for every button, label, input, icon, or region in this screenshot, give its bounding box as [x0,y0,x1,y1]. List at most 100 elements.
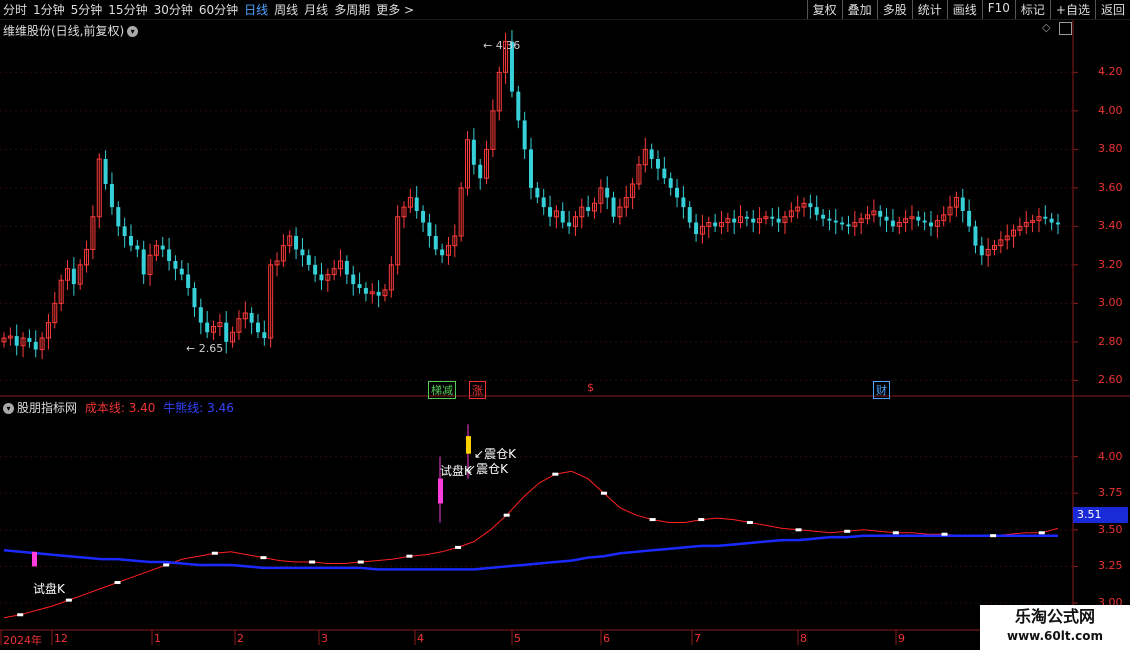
candle-body-down [135,245,140,250]
candle-body-down [27,338,32,342]
candle-body-down [916,216,921,221]
price-tick-label: 3.00 [1098,296,1123,310]
candle-body-down [344,261,349,275]
candle-body-down [173,261,178,269]
candle-body-down [681,197,686,208]
signal-dot [357,560,364,564]
time-tick-label: 9 [898,632,905,645]
candle-body-down [979,245,984,256]
candle-body-down [662,168,667,179]
candle-body-down [967,210,972,227]
candle-body-down [560,210,565,223]
signal-dot [114,581,121,585]
signal-dot [211,551,218,555]
candle-body-down [224,322,229,342]
candle-body-down [535,187,540,198]
price-tick-label: 3.40 [1098,219,1123,233]
event-marker-dividend[interactable]: $ [585,381,596,394]
event-marker-limit-up[interactable]: 涨 [469,381,486,399]
candle-body-down [179,268,184,275]
candle-body-down [205,322,210,333]
shakeout-k-text: 震仓K [476,462,508,476]
candle-body-down [440,249,445,256]
signal-dot [65,598,72,602]
candle-body-down [319,274,324,281]
candle-body-down [649,149,654,159]
bull-bear-value: 3.46 [207,401,234,415]
candle-body-down [186,274,191,288]
candle-body-down [128,235,133,246]
candle-body-down [122,226,127,236]
time-tick-label: 12 [54,632,68,645]
signal-dot [1038,531,1045,535]
trial-k-bar [438,478,443,504]
candle-body-down [71,268,76,285]
signal-dot [406,554,413,558]
high-price-label: ← 4.36 [483,39,521,52]
candle-body-down [611,197,616,217]
price-tick-label: 3.80 [1098,142,1123,156]
candle-body-down [668,178,673,188]
shakeout-k-text: 震仓K [484,447,516,461]
candle-body-down [357,284,362,288]
candle-body-down [1049,218,1054,223]
candle-body-down [821,214,826,219]
chevron-down-icon[interactable]: ▾ [3,403,14,414]
candle-body-down [776,218,781,223]
candle-body-down [249,312,254,323]
time-tick-label: 1 [154,632,161,645]
time-tick-label: 2024年 [3,634,42,647]
indicator-panel-title: ▾ 股朋指标网 成本线: 3.40 牛熊线: 3.46 [3,399,234,416]
candle-body-down [808,203,813,208]
shakeout-k-bar [466,436,471,454]
signal-dot [990,534,997,538]
current-value-box: 3.51 [1073,507,1128,523]
signal-dot [552,472,559,476]
candle-body-down [929,222,934,227]
indicator-name: 股朋指标网 [17,401,78,415]
price-tick-label: 4.20 [1098,65,1123,79]
cost-line [3,534,1058,571]
candle-body-down [522,120,527,150]
price-tick-label: 3.20 [1098,257,1123,271]
signal-dot [941,532,948,536]
candle-body-down [713,222,718,227]
candle-body-down [960,197,965,211]
candle-body-down [833,220,838,223]
candle-body-down [1056,222,1060,225]
candle-body-down [313,264,318,275]
candle-body-down [732,218,737,223]
low-price-label: ← 2.65 [186,342,224,355]
price-tick-label: 2.60 [1098,373,1123,387]
price-tick-label: 2.80 [1098,334,1123,348]
candle-body-down [814,207,819,215]
candle-body-down [973,226,978,246]
time-tick-label: 5 [514,632,521,645]
candle-body-down [414,197,419,211]
time-tick-label: 2 [237,632,244,645]
candle-body-down [751,218,756,223]
candle-body-down [255,322,260,333]
candle-body-down [655,158,660,169]
time-tick-label: 8 [800,632,807,645]
signal-dot [649,518,656,522]
candle-body-down [109,184,114,208]
signal-dot [503,513,510,517]
cost-line-value: 3.40 [128,401,156,415]
cost-line-label: 成本线: [84,401,125,415]
indicator-tick-label: 3.50 [1098,522,1123,536]
signal-dot [698,518,705,522]
watermark-logo: 乐淘公式网 www.60lt.com [980,605,1130,650]
candle-body-down [294,235,299,250]
event-marker-reduce[interactable]: 梯减 [428,381,456,399]
signal-dot [892,531,899,535]
time-tick-label: 4 [417,632,424,645]
time-tick-label: 7 [694,632,701,645]
candle-body-down [351,274,356,285]
event-marker-finance[interactable]: 财 [873,381,890,399]
low-price-value: 2.65 [198,342,224,355]
signal-dot [455,545,462,549]
candle-body-down [103,158,108,185]
signal-dot [17,613,24,617]
candle-body-down [884,216,889,221]
